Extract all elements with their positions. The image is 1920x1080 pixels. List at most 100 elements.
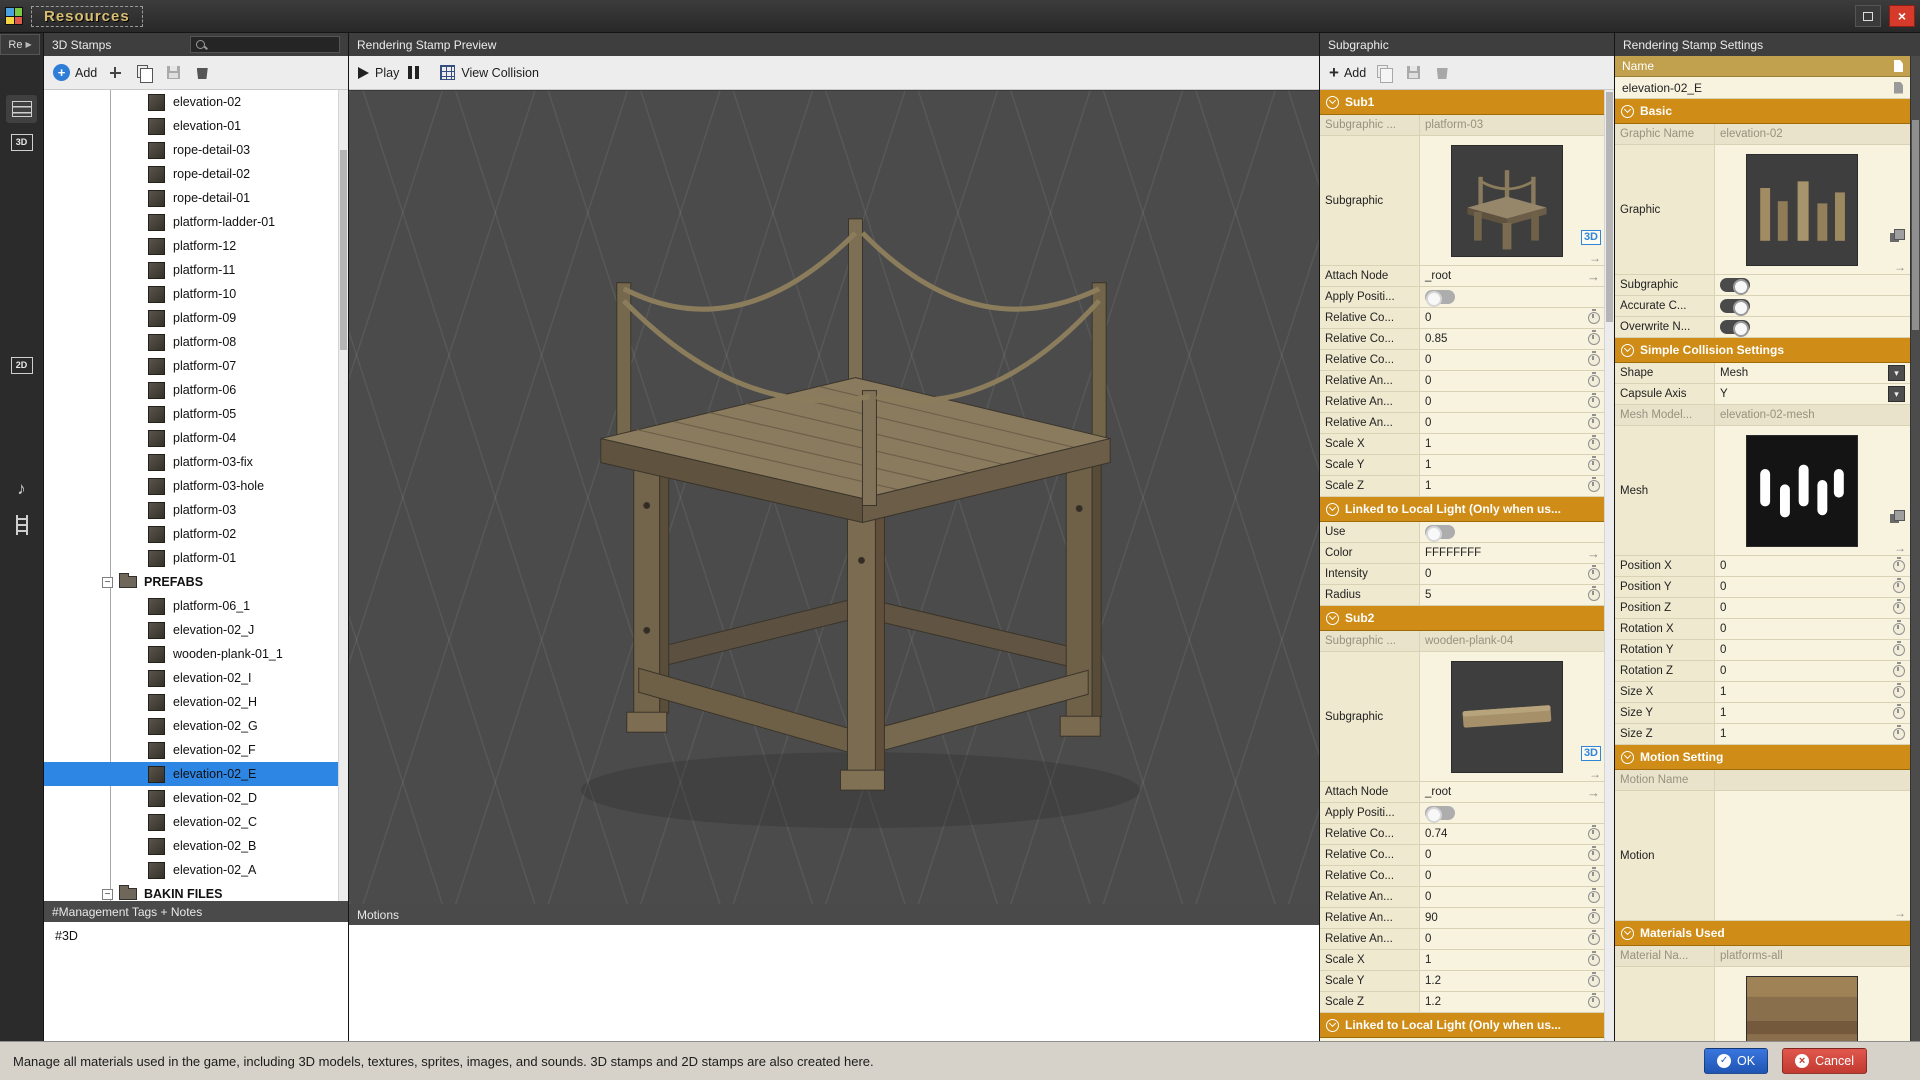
toggle-switch[interactable] (1425, 290, 1455, 304)
close-window-button[interactable]: × (1889, 5, 1915, 27)
keyframe-icon[interactable] (1588, 849, 1600, 861)
property-value[interactable]: 0.85 (1420, 329, 1605, 349)
value-text[interactable]: 1 (1720, 686, 1726, 698)
keyframe-icon[interactable] (1893, 581, 1905, 593)
property-value[interactable]: 1 (1715, 703, 1910, 723)
tree-item[interactable]: platform-05 (44, 402, 338, 426)
property-value[interactable] (1715, 317, 1910, 337)
toggle-switch[interactable] (1720, 278, 1750, 292)
tree-item[interactable]: elevation-02_G (44, 714, 338, 738)
tree-item[interactable]: platform-02 (44, 522, 338, 546)
restore-window-button[interactable] (1855, 5, 1881, 27)
property-value[interactable]: 0 (1420, 392, 1605, 412)
goto-arrow-icon[interactable]: → (1894, 907, 1906, 919)
property-value[interactable]: 0 (1420, 308, 1605, 328)
keyframe-icon[interactable] (1893, 623, 1905, 635)
tree-item[interactable]: platform-ladder-01 (44, 210, 338, 234)
sidebar-item-sounds[interactable]: ♪ (6, 475, 37, 503)
tree-item[interactable]: platform-08 (44, 330, 338, 354)
value-text[interactable]: 0.74 (1425, 828, 1447, 840)
section-header[interactable]: Sub1 (1320, 90, 1605, 115)
toggle-switch[interactable] (1425, 525, 1455, 539)
property-value[interactable]: 0 (1420, 845, 1605, 865)
property-value[interactable]: Y▾ (1715, 384, 1910, 404)
property-value[interactable] (1420, 287, 1605, 307)
goto-arrow-icon[interactable]: → (1589, 768, 1601, 780)
keyframe-icon[interactable] (1588, 459, 1600, 471)
tree-item[interactable]: platform-06_1 (44, 594, 338, 618)
settings-scrollbar[interactable] (1910, 56, 1920, 1041)
value-text[interactable]: 1.2 (1425, 975, 1441, 987)
value-text[interactable]: 0 (1425, 870, 1431, 882)
goto-arrow-icon[interactable]: → (1589, 252, 1601, 264)
toggle-switch[interactable] (1720, 320, 1750, 334)
property-value[interactable]: 0.74 (1420, 824, 1605, 844)
tree-item[interactable]: platform-03-hole (44, 474, 338, 498)
value-text[interactable]: 0 (1720, 644, 1726, 656)
section-header[interactable]: Motion Setting (1615, 745, 1910, 770)
search-input[interactable] (211, 39, 335, 51)
tree-scrollbar[interactable] (338, 90, 348, 901)
property-value[interactable]: 0 (1715, 640, 1910, 660)
tree-item[interactable]: rope-detail-03 (44, 138, 338, 162)
property-value[interactable]: FFFFFFFF→ (1420, 543, 1605, 563)
property-value[interactable]: 1 (1420, 476, 1605, 496)
value-text[interactable]: 0 (1720, 560, 1726, 572)
keyframe-icon[interactable] (1588, 568, 1600, 580)
expander-icon[interactable]: − (102, 889, 113, 900)
keyframe-icon[interactable] (1588, 417, 1600, 429)
thumbnail-preview[interactable] (1746, 435, 1858, 547)
value-text[interactable]: 0 (1425, 568, 1431, 580)
keyframe-icon[interactable] (1588, 954, 1600, 966)
subgraphic-scrollbar[interactable] (1604, 90, 1614, 1041)
keyframe-icon[interactable] (1588, 333, 1600, 345)
keyframe-icon[interactable] (1588, 375, 1600, 387)
value-text[interactable]: 0 (1720, 602, 1726, 614)
property-value[interactable]: 0 (1420, 371, 1605, 391)
section-header[interactable]: Linked to Local Light (Only when us... (1320, 1013, 1605, 1038)
keyframe-icon[interactable] (1588, 354, 1600, 366)
keyframe-icon[interactable] (1588, 480, 1600, 492)
tree-item[interactable]: wooden-plank-01_1 (44, 642, 338, 666)
tree-item[interactable]: platform-04 (44, 426, 338, 450)
value-text[interactable]: 0.85 (1425, 333, 1447, 345)
tree-item[interactable]: rope-detail-01 (44, 186, 338, 210)
property-value[interactable]: 5 (1420, 585, 1605, 605)
add-subgraphic-button[interactable]: + Add (1329, 64, 1366, 81)
keyframe-icon[interactable] (1893, 707, 1905, 719)
value-text[interactable]: 0 (1425, 312, 1431, 324)
edit-name-icon[interactable] (1894, 60, 1903, 72)
value-text[interactable]: 1 (1425, 438, 1431, 450)
tree-item[interactable]: elevation-02_I (44, 666, 338, 690)
property-value[interactable]: 1.2 (1420, 971, 1605, 991)
pause-button[interactable] (408, 66, 419, 79)
thumbnail-preview[interactable] (1746, 976, 1858, 1042)
tree-item[interactable]: elevation-02_D (44, 786, 338, 810)
property-value[interactable]: elevation-02-mesh (1715, 405, 1910, 425)
tree-item[interactable]: elevation-02_B (44, 834, 338, 858)
ok-button[interactable]: ✓ OK (1704, 1048, 1768, 1074)
value-text[interactable]: 1 (1425, 459, 1431, 471)
property-value[interactable]: 0 (1715, 661, 1910, 681)
property-value[interactable]: 0 (1420, 564, 1605, 584)
keyframe-icon[interactable] (1588, 870, 1600, 882)
save-stamp-button[interactable] (162, 62, 184, 84)
property-value[interactable]: platforms-all (1715, 946, 1910, 966)
sidebar-item-animations[interactable] (6, 511, 37, 539)
property-value[interactable]: _root→ (1420, 266, 1605, 286)
sidebar-item-3d-stamps[interactable]: 3D (6, 128, 37, 156)
property-value[interactable]: 1 (1715, 724, 1910, 744)
thumbnail-preview[interactable] (1746, 154, 1858, 266)
value-text[interactable]: 0 (1720, 581, 1726, 593)
3d-viewport[interactable] (349, 90, 1319, 904)
scrollbar-thumb[interactable] (1606, 92, 1613, 322)
property-value[interactable] (1420, 803, 1605, 823)
sidebar-item-2d-stamps[interactable]: 2D (6, 351, 37, 379)
tree-item[interactable]: platform-09 (44, 306, 338, 330)
keyframe-icon[interactable] (1893, 644, 1905, 656)
tree-item[interactable]: platform-03-fix (44, 450, 338, 474)
tree-item[interactable]: elevation-02_J (44, 618, 338, 642)
value-text[interactable]: 0 (1425, 396, 1431, 408)
property-value[interactable]: 1 (1420, 950, 1605, 970)
property-value[interactable]: 90 (1420, 908, 1605, 928)
